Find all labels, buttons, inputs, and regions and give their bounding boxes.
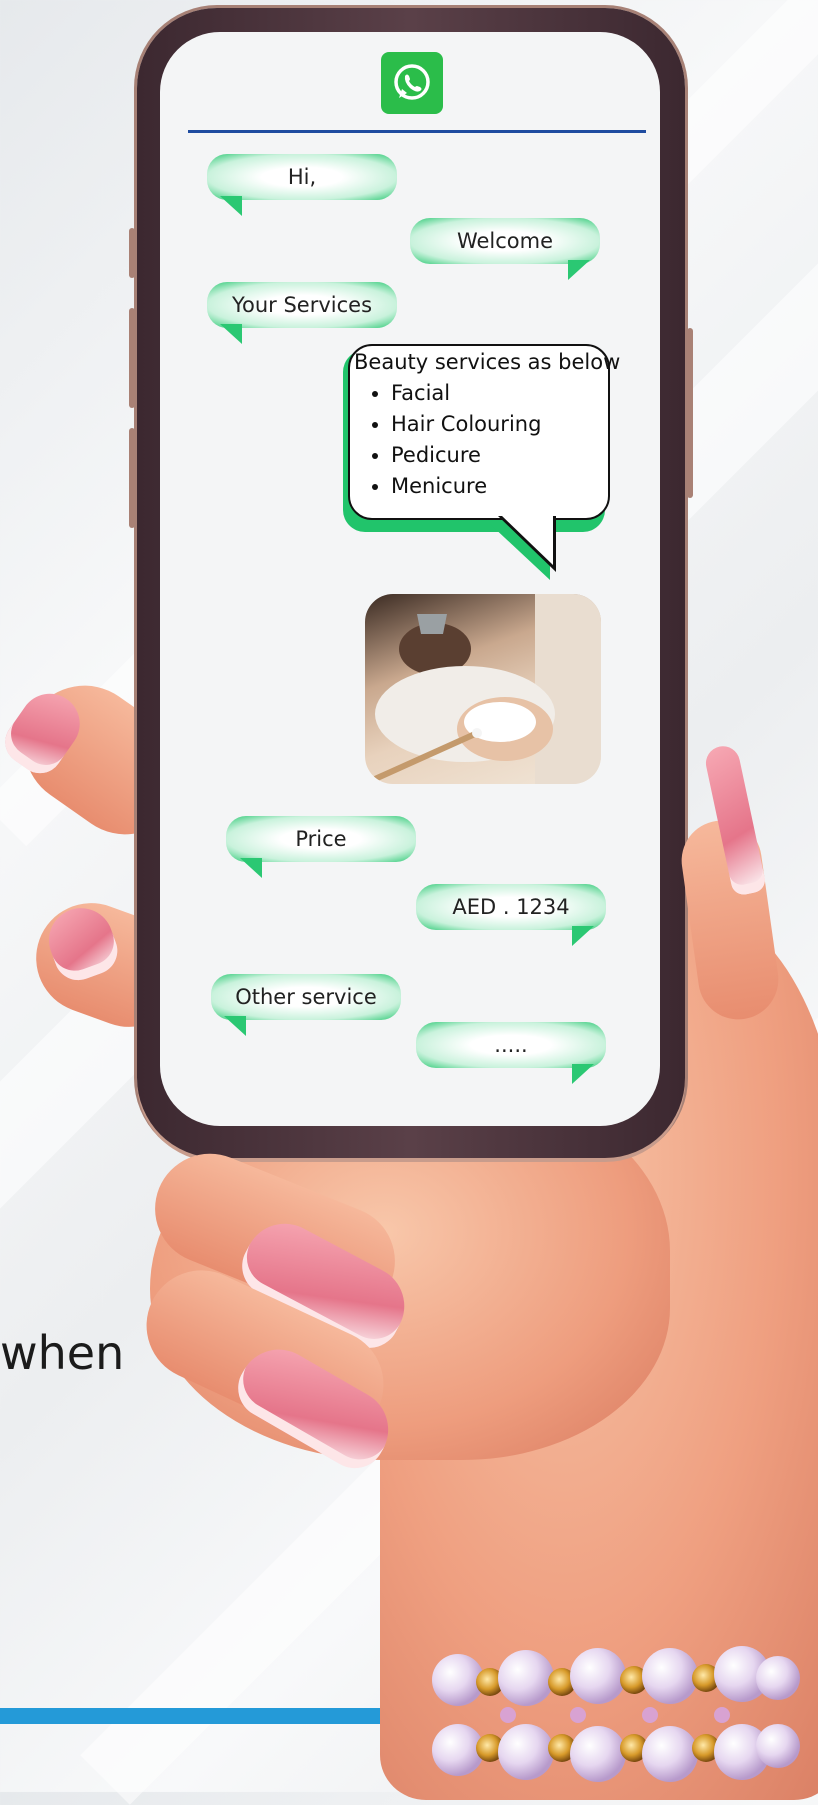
message-text: AED . 1234 <box>452 895 570 919</box>
bubble-tail <box>224 1016 246 1036</box>
background-caption: when <box>0 1326 125 1380</box>
phone-frame: Hi, Welcome Your Services Beauty service… <box>129 8 693 1158</box>
message-text: Hi, <box>287 165 317 189</box>
chat-bubble: AED . 1234 <box>416 884 606 930</box>
phone-side-button <box>129 308 135 408</box>
header-divider <box>188 130 646 133</box>
bubble-tail <box>568 260 590 280</box>
bubble-tail <box>220 196 242 216</box>
chat-bubble: ..... <box>416 1022 606 1068</box>
phone-side-button <box>687 328 693 498</box>
chat-bubble: Hi, <box>207 154 397 200</box>
bubble-tail <box>572 1064 594 1084</box>
service-item: Hair Colouring <box>391 409 541 440</box>
message-text: Your Services <box>231 293 373 317</box>
facial-treatment-photo[interactable] <box>365 594 601 784</box>
whatsapp-icon[interactable] <box>381 52 443 114</box>
services-list: Facial Hair Colouring Pedicure Menicure <box>355 378 541 502</box>
message-text: ..... <box>494 1033 528 1057</box>
bubble-tail <box>220 324 242 344</box>
phone-side-button <box>129 228 135 278</box>
bubble-tail <box>240 858 262 878</box>
services-card-title: Beauty services as below <box>354 350 621 374</box>
chat-bubble: Other service <box>211 974 401 1020</box>
service-item: Facial <box>391 378 541 409</box>
phone-side-button <box>129 428 135 528</box>
service-item: Menicure <box>391 471 541 502</box>
chat-bubble: Welcome <box>410 218 600 264</box>
message-text: Other service <box>235 985 377 1009</box>
chat-bubble: Your Services <box>207 282 397 328</box>
service-item: Pedicure <box>391 440 541 471</box>
bubble-tail <box>572 926 594 946</box>
chat-bubble: Price <box>226 816 416 862</box>
message-text: Welcome <box>456 229 554 253</box>
phone-screen: Hi, Welcome Your Services Beauty service… <box>160 32 660 1126</box>
message-text: Price <box>295 827 347 851</box>
pearl-bracelet <box>432 1646 800 1782</box>
services-card-tail-fill <box>501 515 553 565</box>
